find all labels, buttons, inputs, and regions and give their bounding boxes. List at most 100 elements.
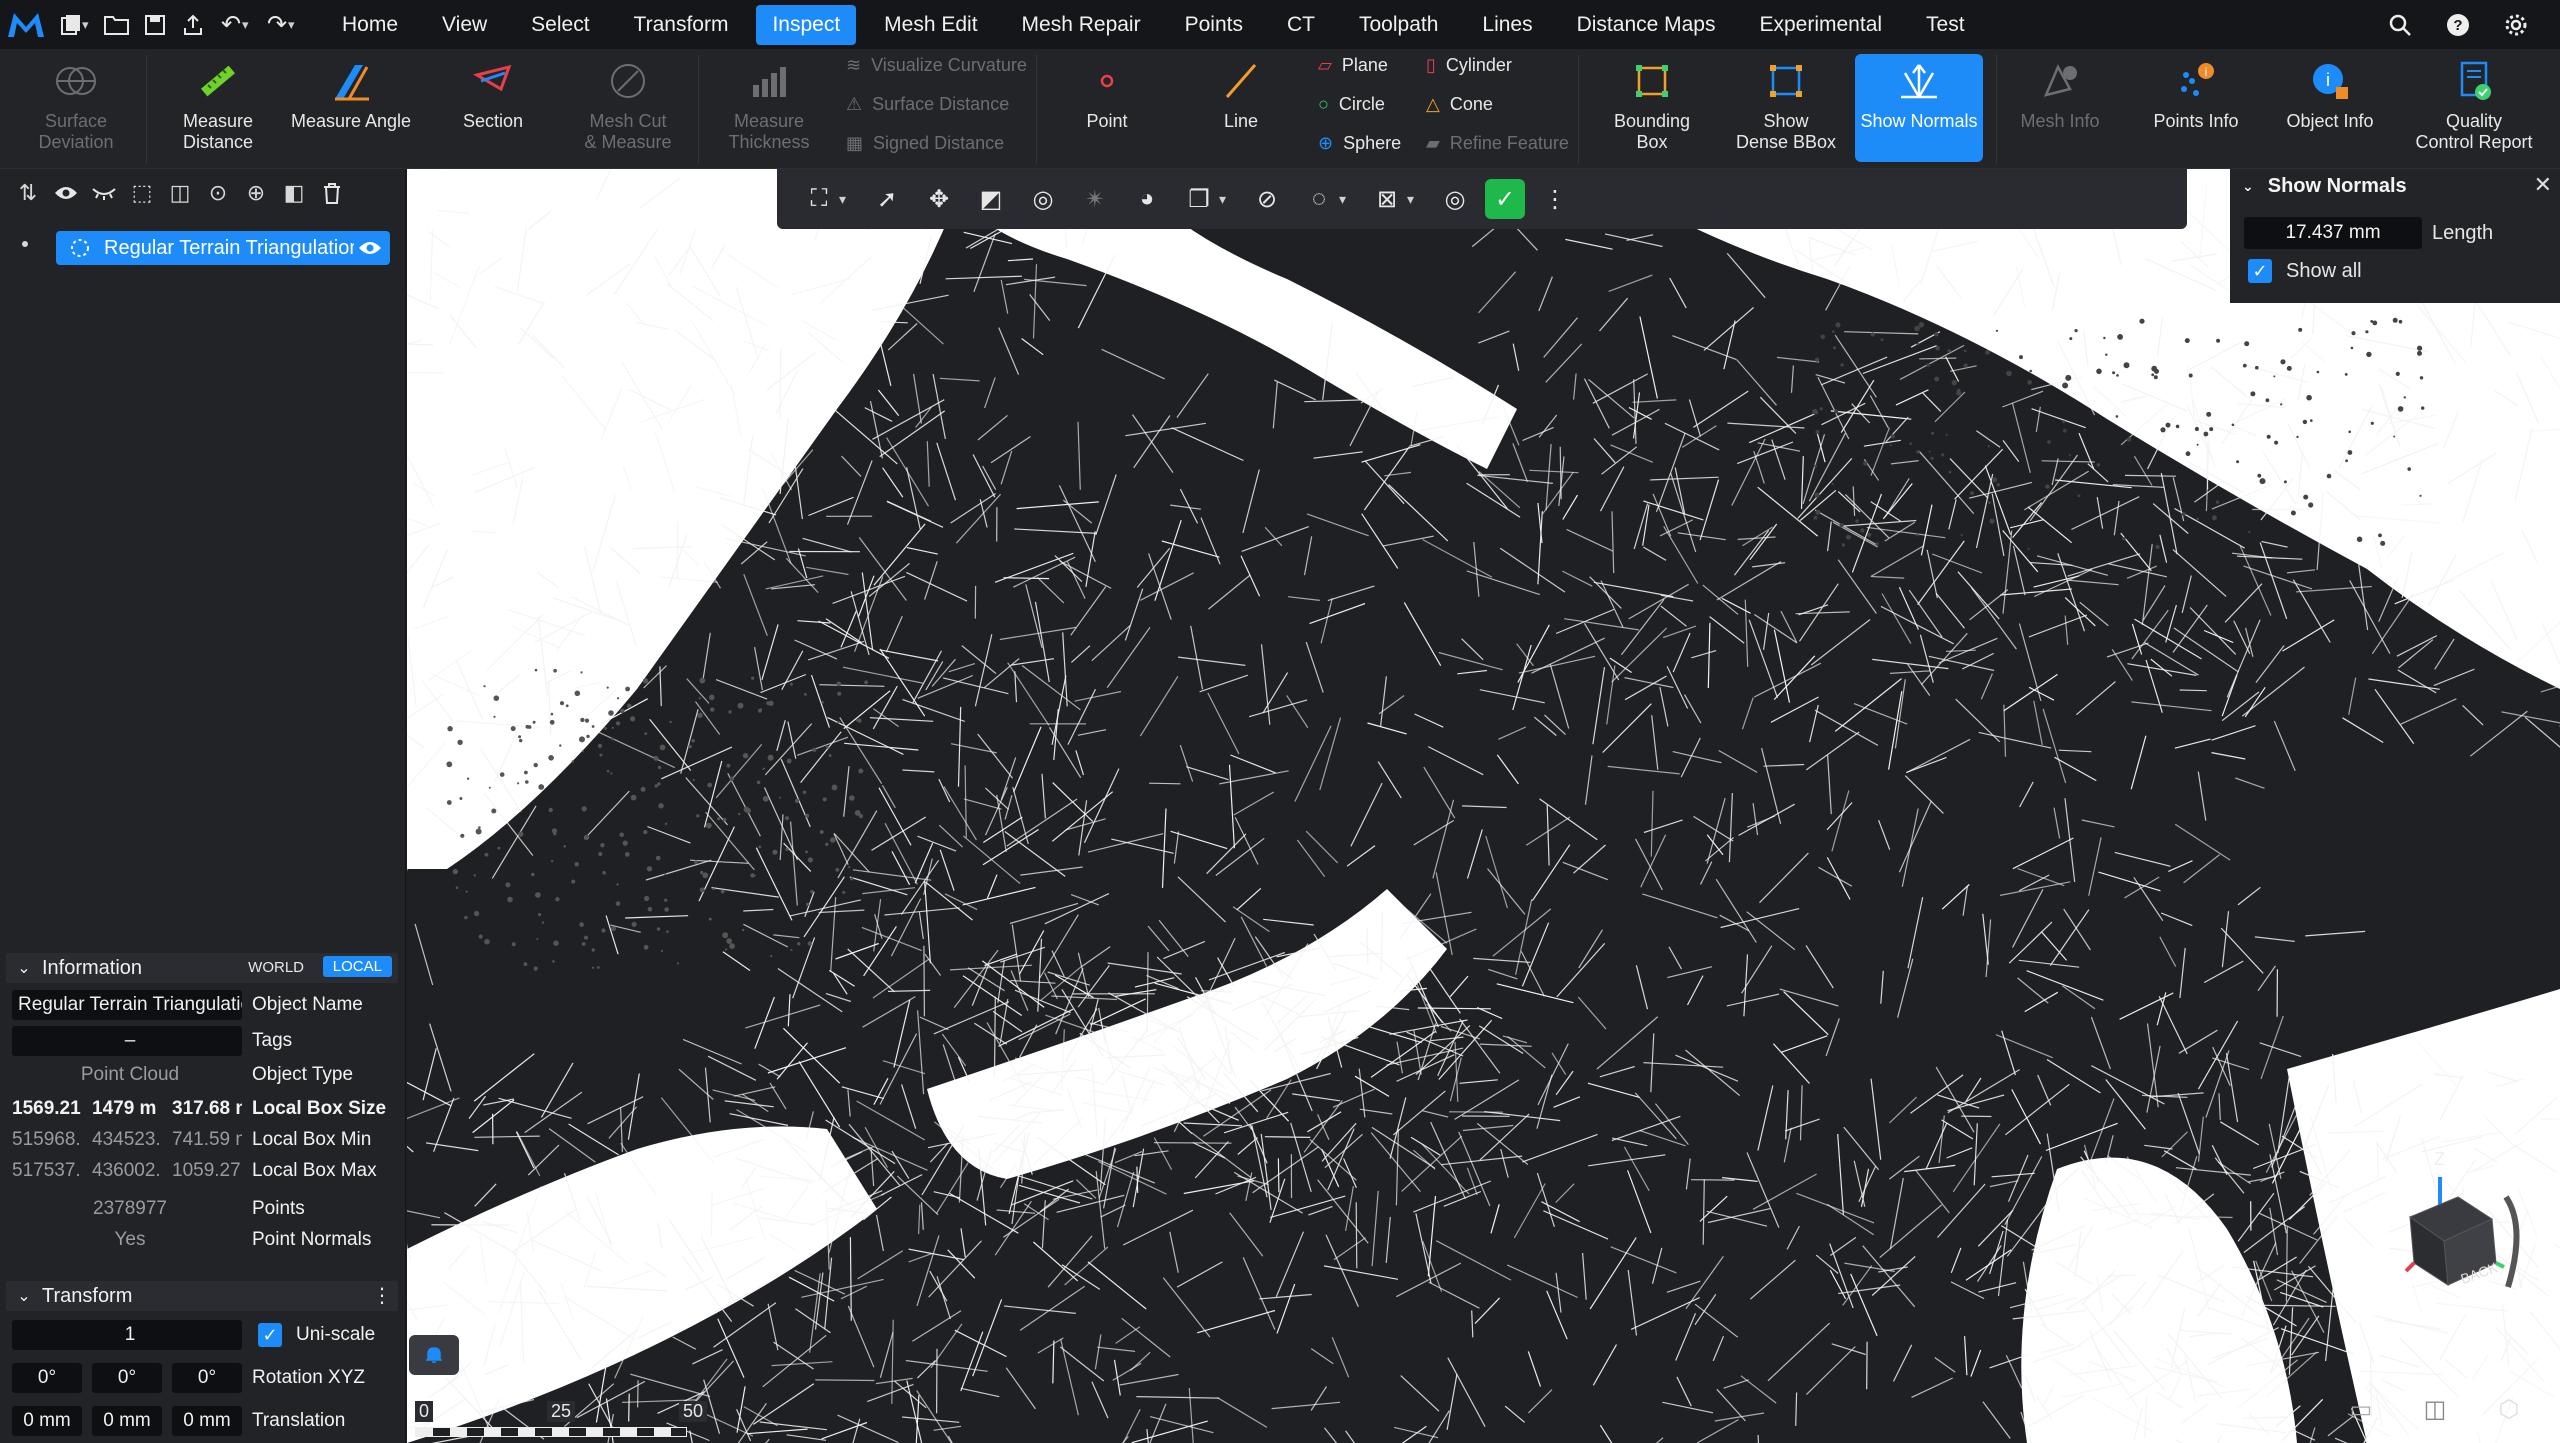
transform-section-header[interactable]: ⌄ Transform ⋮ <box>6 1281 398 1311</box>
paint-select-icon[interactable]: ◩ <box>969 177 1013 221</box>
translation-y-input[interactable]: 0 mm <box>92 1406 162 1436</box>
measure-thickness-button[interactable]: Measure Thickness <box>718 57 820 153</box>
translation-x-input[interactable]: 0 mm <box>12 1406 82 1436</box>
export-icon[interactable] <box>174 6 212 44</box>
show-normals-button[interactable]: Show Normals <box>1855 54 1983 162</box>
box-select-icon[interactable]: ⊠ <box>1365 177 1409 221</box>
point-button[interactable]: Point <box>1062 57 1152 132</box>
deselect-icon[interactable]: ◫ <box>166 179 194 207</box>
help-icon[interactable]: ? <box>2440 7 2476 43</box>
section-button[interactable]: Section <box>446 57 540 132</box>
information-section-header[interactable]: ⌄ Information WORLD LOCAL <box>6 953 398 983</box>
camera-icon[interactable]: ◫ <box>2414 1389 2456 1429</box>
tab-test[interactable]: Test <box>1910 5 1981 45</box>
lighting-icon[interactable]: ◕ <box>1125 177 1169 221</box>
minimize-icon[interactable]: ▭ <box>2340 1389 2382 1429</box>
move-up-icon[interactable]: ⊙ <box>204 179 232 207</box>
wireframe-icon[interactable]: ✴ <box>1073 177 1117 221</box>
hide-icon[interactable]: ⊘ <box>1245 177 1289 221</box>
show-all-checkbox[interactable]: ✓ <box>2248 259 2272 283</box>
circle-button[interactable]: ○ Circle <box>1318 94 1385 115</box>
split-icon[interactable]: ◧ <box>280 179 308 207</box>
line-button[interactable]: Line <box>1196 57 1286 132</box>
object-info-button[interactable]: i Object Info <box>2282 57 2378 132</box>
chevron-down-icon[interactable]: ▾ <box>1407 191 1425 208</box>
bounding-box-button[interactable]: Bounding Box <box>1600 57 1704 153</box>
tab-points[interactable]: Points <box>1169 5 1259 45</box>
sphere-button[interactable]: ⊕ Sphere <box>1318 133 1401 154</box>
translation-z-input[interactable]: 0 mm <box>172 1406 242 1436</box>
world-toggle[interactable]: WORLD <box>240 957 312 978</box>
tab-select[interactable]: Select <box>515 5 605 45</box>
mesh-cut-measure-button[interactable]: Mesh Cut & Measure <box>580 57 676 153</box>
target-icon[interactable]: ◎ <box>1433 177 1477 221</box>
visualize-curvature-button[interactable]: ≋ Visualize Curvature <box>846 55 1027 76</box>
tab-home[interactable]: Home <box>326 5 414 45</box>
tab-distance-maps[interactable]: Distance Maps <box>1561 5 1732 45</box>
chevron-down-icon[interactable]: ▾ <box>288 17 304 33</box>
tab-mesh-edit[interactable]: Mesh Edit <box>868 5 993 45</box>
plane-button[interactable]: ▱ Plane <box>1318 55 1388 76</box>
scale-input[interactable]: 1 <box>12 1320 242 1350</box>
cone-button[interactable]: △ Cone <box>1426 94 1493 115</box>
rotation-y-input[interactable]: 0° <box>92 1363 162 1393</box>
quality-control-report-button[interactable]: Quality Control Report <box>2410 57 2538 153</box>
rotation-x-input[interactable]: 0° <box>12 1363 82 1393</box>
lasso-icon[interactable]: ◌ <box>1297 177 1341 221</box>
length-input[interactable]: 17.437 mm <box>2244 217 2422 249</box>
open-folder-icon[interactable] <box>98 6 136 44</box>
chevron-down-icon[interactable]: ▾ <box>1339 191 1357 208</box>
uniscale-checkbox[interactable]: ✓ <box>258 1323 282 1347</box>
tab-lines[interactable]: Lines <box>1466 5 1548 45</box>
show-normals-panel-header[interactable]: ⌄ Show Normals <box>2230 169 2560 203</box>
more-vertical-icon[interactable]: ⋮ <box>1533 177 1577 221</box>
tab-ct[interactable]: CT <box>1271 5 1331 45</box>
settings-icon[interactable] <box>2498 7 2534 43</box>
surface-distance-button[interactable]: ⚠ Surface Distance <box>846 94 1009 115</box>
more-options-icon[interactable]: ⋮ <box>372 1283 392 1308</box>
orbit-icon[interactable]: ◎ <box>1021 177 1065 221</box>
move-down-icon[interactable]: ⊕ <box>242 179 270 207</box>
visibility-eye-icon[interactable] <box>358 240 382 256</box>
perspective-cube-icon[interactable]: ⬡ <box>2488 1389 2530 1429</box>
tab-toolpath[interactable]: Toolpath <box>1343 5 1454 45</box>
tab-inspect[interactable]: Inspect <box>756 4 857 45</box>
eye-icon[interactable] <box>52 179 80 207</box>
checkmark-icon[interactable]: ✓ <box>1485 179 1525 219</box>
clipping-icon[interactable]: ❐ <box>1177 177 1221 221</box>
cylinder-button[interactable]: ▯ Cylinder <box>1426 55 1512 76</box>
surface-deviation-button[interactable]: Surface Deviation <box>28 57 124 153</box>
trash-icon[interactable] <box>318 179 346 207</box>
search-icon[interactable] <box>2382 7 2418 43</box>
show-dense-bbox-button[interactable]: Show Dense BBox <box>1734 57 1838 153</box>
pointer-icon[interactable]: ➚ <box>865 177 909 221</box>
chevron-down-icon[interactable]: ▾ <box>242 17 258 33</box>
chevron-down-icon[interactable]: ▾ <box>839 191 857 208</box>
scene-object-item[interactable]: Regular Terrain Triangulation <box>56 231 390 265</box>
measure-angle-button[interactable]: Measure Angle <box>288 57 414 132</box>
local-toggle[interactable]: LOCAL <box>322 956 392 977</box>
tab-transform[interactable]: Transform <box>618 5 745 45</box>
signed-distance-button[interactable]: ▦ Signed Distance <box>846 133 1004 154</box>
view-cube[interactable]: Z BACK <box>2396 1149 2546 1319</box>
tab-experimental[interactable]: Experimental <box>1743 5 1898 45</box>
rotation-z-input[interactable]: 0° <box>172 1363 242 1393</box>
move-icon[interactable]: ✥ <box>917 177 961 221</box>
object-name-field[interactable]: Regular Terrain Triangulation <box>12 990 242 1020</box>
chevron-down-icon[interactable]: ▾ <box>82 17 98 33</box>
tab-view[interactable]: View <box>426 5 503 45</box>
sort-icon[interactable]: ⇅ <box>14 179 42 207</box>
app-logo[interactable] <box>0 0 52 49</box>
tags-field[interactable]: – <box>12 1026 242 1056</box>
fit-view-icon[interactable]: ⛶ <box>797 177 841 221</box>
mesh-info-button[interactable]: Mesh Info <box>2014 57 2106 132</box>
eye-closed-icon[interactable] <box>90 179 118 207</box>
measure-distance-button[interactable]: Measure Distance <box>168 57 268 153</box>
points-info-button[interactable]: i Points Info <box>2148 57 2244 132</box>
chevron-down-icon[interactable]: ▾ <box>1219 191 1237 208</box>
close-icon[interactable]: ✕ <box>2534 172 2552 198</box>
refine-feature-button[interactable]: ▰ Refine Feature <box>1426 133 1569 154</box>
notification-bell-icon[interactable] <box>409 1335 459 1375</box>
3d-viewport[interactable]: ⛶ ▾ ➚ ✥ ◩ ◎ ✴ ◕ ❐ ▾ ⊘ ◌ ▾ ⊠ ▾ ◎ ✓ ⋮ ⌄ Show N… <box>407 169 2560 1443</box>
save-icon[interactable] <box>136 6 174 44</box>
